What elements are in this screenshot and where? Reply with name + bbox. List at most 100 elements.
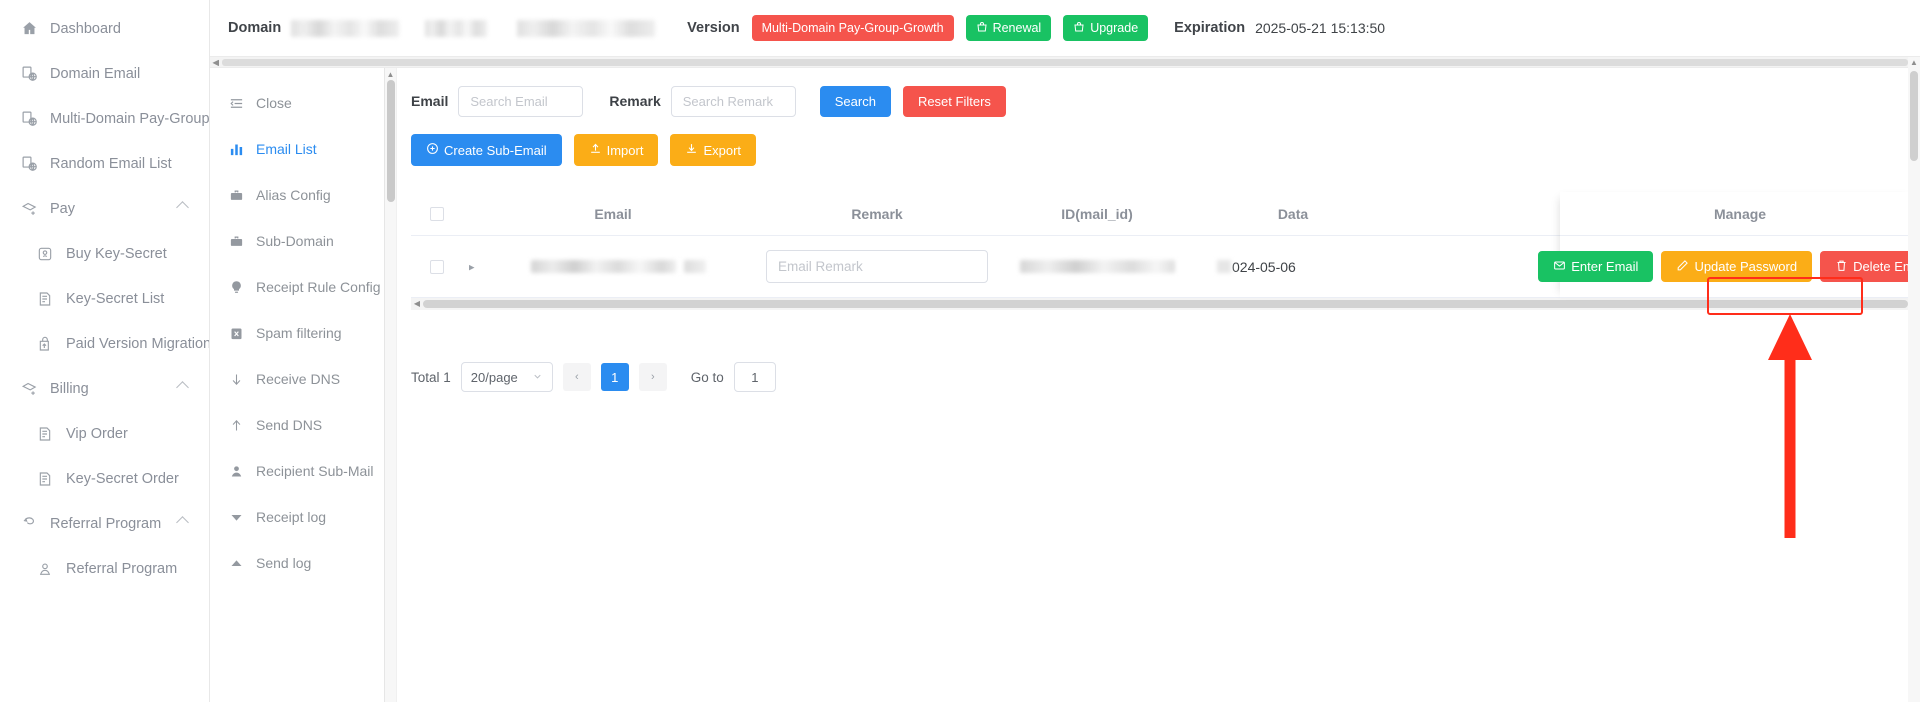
domain-value-redacted-3 (517, 19, 656, 37)
page-number-1[interactable]: 1 (600, 363, 629, 391)
renewal-button[interactable]: Renewal (965, 15, 1052, 41)
data-value: 024-05-06 (1232, 258, 1296, 275)
page-vertical-scrollbar[interactable]: ▲ (1908, 57, 1920, 702)
sidebar-item-random-email-list[interactable]: Random Email List (0, 141, 209, 186)
pay-icon (20, 380, 38, 398)
sidebar-item-paid-version-migration[interactable]: Paid Version Migration (0, 321, 209, 366)
sidebar-item-vip-order[interactable]: Vip Order (0, 411, 209, 456)
upgrade-button[interactable]: Upgrade (1063, 15, 1149, 41)
select-all-checkbox[interactable] (430, 206, 444, 221)
submenu-item-label: Recipient Sub-Mail (256, 463, 374, 479)
body-split: ◀ Close Email List Alias Config Sub-Doma… (210, 58, 1920, 702)
chevron-up-icon[interactable] (176, 200, 189, 215)
email-value-redacted-2 (683, 260, 706, 273)
download-icon (685, 142, 698, 158)
submenu-item-spam-filtering[interactable]: Spam filtering (210, 310, 384, 356)
pagination-bar: Total 1 20/page ‹ 1 › Go to (411, 362, 1920, 392)
submenu-item-label: Receipt Rule Config (256, 279, 381, 295)
submenu-item-receive-dns[interactable]: Receive DNS (210, 356, 384, 402)
domain-header-bar: Domain Version Multi-Domain Pay-Group-Gr… (210, 0, 1920, 57)
sidebar-group-referral-program[interactable]: Referral Program (0, 501, 209, 546)
sidebar-item-key-secret-list[interactable]: Key-Secret List (0, 276, 209, 321)
submenu-item-label: Receive DNS (256, 371, 341, 387)
chevron-up-icon[interactable] (176, 380, 189, 395)
search-remark-input[interactable] (670, 85, 796, 117)
cell-remark (763, 236, 991, 297)
envelope-icon (1553, 259, 1566, 275)
submenu-item-receipt-log[interactable]: Receipt log (210, 494, 384, 540)
total-label: Total 1 (411, 369, 451, 385)
search-button[interactable]: Search (819, 85, 891, 117)
submenu-item-label: Close (256, 95, 292, 111)
email-remark-input[interactable] (766, 250, 988, 283)
delete-email-button[interactable]: Delete Email (1820, 251, 1920, 282)
submenu-item-send-log[interactable]: Send log (210, 540, 384, 586)
chevron-down-icon (532, 370, 543, 385)
submenu-item-send-dns[interactable]: Send DNS (210, 402, 384, 448)
sidebar-item-domain-email[interactable]: Domain Email (0, 51, 209, 96)
submenu-item-sub-domain[interactable]: Sub-Domain (210, 218, 384, 264)
sidebar-item-dashboard[interactable]: Dashboard (0, 6, 209, 51)
bag-icon (976, 21, 988, 36)
email-table: Email Remark ID(mail_id) Data ▸ Email Re… (411, 192, 1920, 310)
page-size-select[interactable]: 20/page (460, 362, 553, 392)
enter-email-button[interactable]: Enter Email (1538, 251, 1654, 282)
sidebar-group-pay[interactable]: Pay (0, 186, 209, 231)
page-scroll-thumb[interactable] (1910, 71, 1918, 161)
version-badge: Multi-Domain Pay-Group-Growth (751, 15, 954, 41)
update-password-button[interactable]: Update Password (1661, 251, 1813, 282)
row-checkbox[interactable] (430, 259, 444, 274)
sidebar-item-multi-domain-pay-group[interactable]: Multi-Domain Pay-Group (0, 96, 209, 141)
export-button[interactable]: Export (670, 134, 757, 166)
key-buy-icon (36, 245, 54, 263)
sidebar-group-billing[interactable]: Billing (0, 366, 209, 411)
trash-icon (1835, 259, 1848, 275)
submenu-item-receipt-rule-config[interactable]: Receipt Rule Config (210, 264, 384, 310)
cell-data: 024-05-06 (1203, 236, 1383, 297)
row-checkbox-cell (411, 236, 463, 297)
table-horizontal-scrollbar[interactable]: ◀ ▶ (411, 298, 1920, 310)
arrow-down-icon (228, 371, 245, 388)
submenu-item-email-list[interactable]: Email List (210, 126, 384, 172)
bag-icon (1073, 21, 1085, 36)
data-value-redacted (1217, 260, 1231, 273)
import-button[interactable]: Import (573, 134, 659, 166)
referral-person-icon (36, 560, 54, 578)
export-label: Export (703, 142, 742, 158)
goto-page-input[interactable] (733, 362, 776, 392)
header-horizontal-scrollbar[interactable]: ◀ ▶ (210, 57, 1920, 68)
reset-filters-button[interactable]: Reset Filters (902, 85, 1006, 117)
table-scroll-thumb[interactable] (423, 300, 1908, 308)
home-icon (20, 20, 38, 38)
manage-column: Manage Enter Email Update Password Delet… (1538, 192, 1920, 298)
sidebar-item-buy-key-secret[interactable]: Buy Key-Secret (0, 231, 209, 276)
scroll-up-icon[interactable]: ▲ (385, 68, 396, 80)
page-scroll-up-icon[interactable]: ▲ (1908, 57, 1920, 69)
sidebar-item-referral-program[interactable]: Referral Program (0, 546, 209, 591)
sidebar-item-key-secret-order[interactable]: Key-Secret Order (0, 456, 209, 501)
table-scroll-left-icon[interactable]: ◀ (411, 298, 423, 310)
sidebar-item-label: Key-Secret Order (66, 470, 179, 487)
column-header-data: Data (1277, 205, 1309, 222)
update-password-label: Update Password (1694, 259, 1798, 274)
sidebar-item-label: Domain Email (50, 65, 141, 82)
column-header-remark: Remark (851, 205, 903, 222)
scroll-thumb[interactable] (387, 80, 395, 202)
content-vertical-scrollbar[interactable]: ▲ (385, 68, 397, 702)
cell-mail-id (991, 236, 1203, 297)
sidebar-item-label: Random Email List (50, 155, 172, 172)
prev-page-button[interactable]: ‹ (562, 363, 591, 391)
chevron-up-icon[interactable] (176, 515, 189, 530)
scroll-thumb[interactable] (222, 58, 1908, 66)
submenu-item-alias-config[interactable]: Alias Config (210, 172, 384, 218)
triangle-down-icon (228, 509, 245, 526)
submenu-item-close[interactable]: Close (210, 80, 384, 126)
referral-icon (20, 515, 38, 533)
upgrade-label: Upgrade (1090, 21, 1139, 35)
submenu-item-recipient-sub-mail[interactable]: Recipient Sub-Mail (210, 448, 384, 494)
upload-icon (589, 142, 602, 158)
search-email-input[interactable] (458, 85, 584, 117)
next-page-button[interactable]: › (638, 363, 667, 391)
create-sub-email-button[interactable]: Create Sub-Email (411, 134, 562, 166)
plus-circle-icon (426, 142, 439, 158)
